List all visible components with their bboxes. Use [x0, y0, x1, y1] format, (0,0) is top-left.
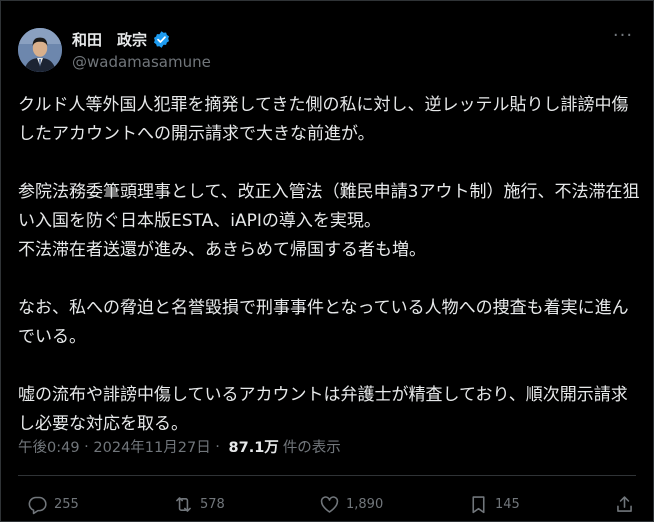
reply-button[interactable]: 255: [27, 490, 79, 518]
views-count[interactable]: 87.1万: [229, 436, 279, 457]
verified-badge-icon[interactable]: [152, 30, 171, 49]
author-handle[interactable]: @wadamasamune: [72, 53, 211, 71]
tweet-text: クルド人等外国人犯罪を摘発してきた側の私に対し、逆レッテル貼りし誹謗中傷したアカ…: [18, 91, 642, 439]
tweet-paragraph: なお、私への脅迫と名誉毀損で刑事事件となっている人物への捜査も着実に進んでいる。: [18, 298, 629, 347]
share-icon: [617, 495, 632, 512]
reply-count: 255: [54, 496, 79, 512]
tweet-date[interactable]: 2024年11月27日: [93, 436, 210, 457]
avatar[interactable]: [18, 28, 62, 72]
tweet-time[interactable]: 午後0:49: [18, 436, 80, 457]
tweet-card: 和田 政宗 @wadamasamune ··· クルド人等外国人犯罪を摘発してき…: [0, 0, 654, 522]
bookmark-count: 145: [495, 496, 520, 512]
views-label: 件の表示: [282, 440, 341, 456]
tweet-metadata: 午後0:49 · 2024年11月27日 · 87.1万 件の表示: [18, 436, 341, 457]
author-name-row[interactable]: 和田 政宗: [72, 28, 171, 50]
action-bar: 255 578 1,890 145: [1, 490, 653, 518]
avatar-image: [18, 28, 62, 72]
repost-count: 578: [200, 496, 225, 512]
author-display-name[interactable]: 和田 政宗: [72, 29, 147, 50]
meta-separator: ·: [210, 438, 225, 455]
meta-separator: ·: [79, 438, 94, 455]
like-button[interactable]: 1,890: [319, 490, 383, 518]
like-count: 1,890: [346, 496, 384, 512]
reply-icon: [28, 496, 47, 514]
divider: [18, 475, 636, 476]
tweet-paragraph: クルド人等外国人犯罪を摘発してきた側の私に対し、逆レッテル貼りし誹謗中傷したアカ…: [18, 95, 629, 144]
tweet-paragraph: 参院法務委筆頭理事として、改正入管法（難民申請3アウト制）施行、不法滞在狙い入国…: [18, 182, 640, 260]
bookmark-icon: [472, 495, 485, 513]
share-button[interactable]: [614, 490, 635, 518]
repost-icon: [176, 496, 191, 512]
heart-icon: [320, 495, 339, 513]
more-options-button[interactable]: ···: [611, 27, 635, 49]
repost-button[interactable]: 578: [173, 490, 225, 518]
tweet-paragraph: 嘘の流布や誹謗中傷しているアカウントは弁護士が精査しており、順次開示請求し必要な…: [18, 385, 628, 434]
bookmark-button[interactable]: 145: [468, 490, 520, 518]
